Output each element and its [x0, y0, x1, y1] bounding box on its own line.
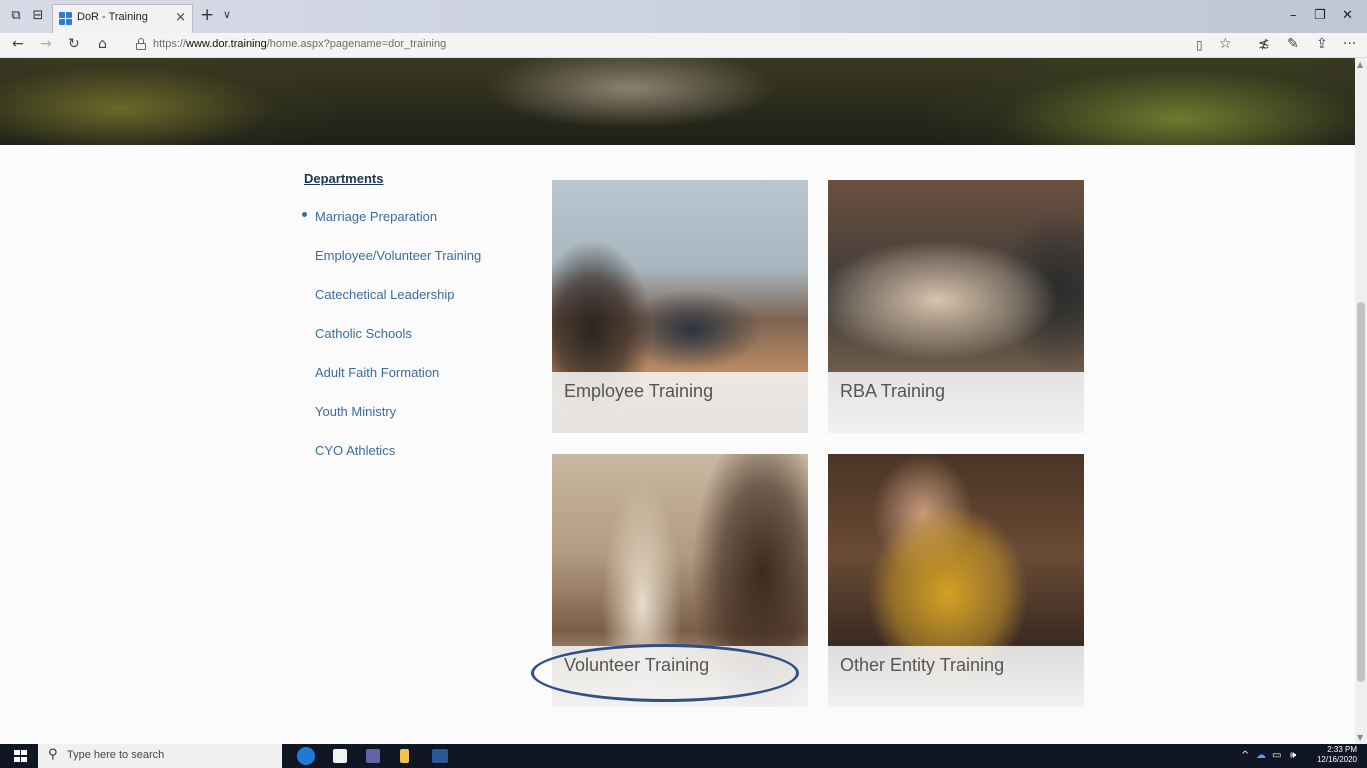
lock-icon[interactable]: [136, 38, 146, 51]
site-favicon-icon: [59, 12, 73, 26]
card-other-entity-training[interactable]: Other Entity Training: [828, 454, 1084, 707]
taskbar-search-box[interactable]: ⚲ Type here to search: [38, 744, 282, 768]
close-window-button[interactable]: ✕: [1342, 8, 1353, 23]
edge-app-icon[interactable]: [297, 747, 315, 765]
file-explorer-app-icon[interactable]: [400, 749, 409, 763]
new-tab-button[interactable]: +: [200, 5, 214, 25]
active-bullet-icon: [302, 212, 307, 217]
more-icon[interactable]: ···: [1343, 36, 1356, 52]
store-app-icon[interactable]: [333, 749, 347, 763]
search-icon: ⚲: [48, 747, 58, 762]
refresh-icon[interactable]: ↻: [68, 36, 80, 52]
tab-dor-training[interactable]: DoR - Training ×: [52, 4, 193, 33]
header-banner-image: [0, 58, 1355, 145]
address-bar-row: ← → ↻ ⌂ https://www.dor.training/home.as…: [0, 33, 1367, 58]
onedrive-icon[interactable]: ☁: [1256, 750, 1266, 761]
windows-taskbar: ⚲ Type here to search ^ ☁ ▭ 🕪 2:33 PM 12…: [0, 744, 1367, 768]
url-host: www.dor.training: [186, 38, 267, 50]
sidebar-item-youth-ministry[interactable]: Youth Ministry: [315, 404, 396, 419]
restore-button[interactable]: ❐: [1314, 8, 1326, 23]
share-icon[interactable]: ⇪: [1316, 36, 1328, 52]
favorite-star-icon[interactable]: ☆: [1219, 36, 1232, 52]
system-clock[interactable]: 2:33 PM 12/16/2020: [1317, 745, 1357, 765]
tab-title: DoR - Training: [77, 11, 148, 23]
sidebar-item-employee-volunteer-training[interactable]: Employee/Volunteer Training: [315, 248, 481, 263]
page-scrollbar[interactable]: ▲ ▼: [1355, 58, 1367, 744]
sidebar-item-marriage-preparation[interactable]: Marriage Preparation: [302, 209, 437, 224]
card-caption: RBA Training: [840, 381, 946, 401]
windows-start-icon[interactable]: [14, 750, 27, 762]
departments-heading[interactable]: Departments: [304, 171, 383, 186]
reading-view-icon[interactable]: ▯: [1196, 38, 1203, 52]
scroll-up-icon[interactable]: ▲: [1357, 60, 1363, 69]
tray-chevron-icon[interactable]: ^: [1241, 750, 1249, 761]
page-content: Departments Marriage Preparation Employe…: [0, 58, 1355, 744]
sidebar-item-catechetical-leadership[interactable]: Catechetical Leadership: [315, 287, 454, 302]
home-icon[interactable]: ⌂: [98, 36, 107, 52]
clock-time: 2:33 PM: [1327, 745, 1357, 754]
web-notes-icon[interactable]: ✎: [1287, 36, 1299, 52]
highlight-ellipse-annotation: [531, 644, 799, 702]
set-tabs-aside-icon[interactable]: ⊟: [30, 8, 46, 24]
sidebar-item-cyo-athletics[interactable]: CYO Athletics: [315, 443, 395, 458]
card-caption: Employee Training: [564, 381, 714, 401]
title-bar: ⧉ ⊟ DoR - Training × + ∨ – ❐ ✕: [0, 0, 1367, 33]
back-icon[interactable]: ←: [12, 36, 24, 52]
teams-app-icon[interactable]: [366, 749, 380, 763]
tab-preview-chevron-icon[interactable]: ∨: [223, 8, 231, 21]
card-caption: Other Entity Training: [840, 655, 1005, 675]
sidebar-item-adult-faith-formation[interactable]: Adult Faith Formation: [315, 365, 439, 380]
minimize-button[interactable]: –: [1290, 8, 1297, 23]
volume-icon[interactable]: 🕪: [1290, 750, 1296, 761]
network-icon[interactable]: ▭: [1272, 750, 1281, 761]
favorites-list-icon[interactable]: ≴: [1258, 36, 1270, 52]
card-rba-training[interactable]: RBA Training: [828, 180, 1084, 433]
search-placeholder: Type here to search: [67, 749, 165, 761]
clock-date: 12/16/2020: [1316, 755, 1357, 764]
sidebar-item-catholic-schools[interactable]: Catholic Schools: [315, 326, 412, 341]
card-employee-training[interactable]: Employee Training: [552, 180, 808, 433]
scrollbar-thumb[interactable]: [1357, 302, 1365, 682]
forward-icon[interactable]: →: [40, 36, 52, 52]
word-app-icon[interactable]: [432, 749, 448, 763]
tab-actions-icon[interactable]: ⧉: [8, 8, 24, 24]
tab-close-icon[interactable]: ×: [175, 10, 186, 25]
scroll-down-icon[interactable]: ▼: [1357, 733, 1363, 742]
address-field[interactable]: https://www.dor.training/home.aspx?pagen…: [153, 38, 446, 50]
